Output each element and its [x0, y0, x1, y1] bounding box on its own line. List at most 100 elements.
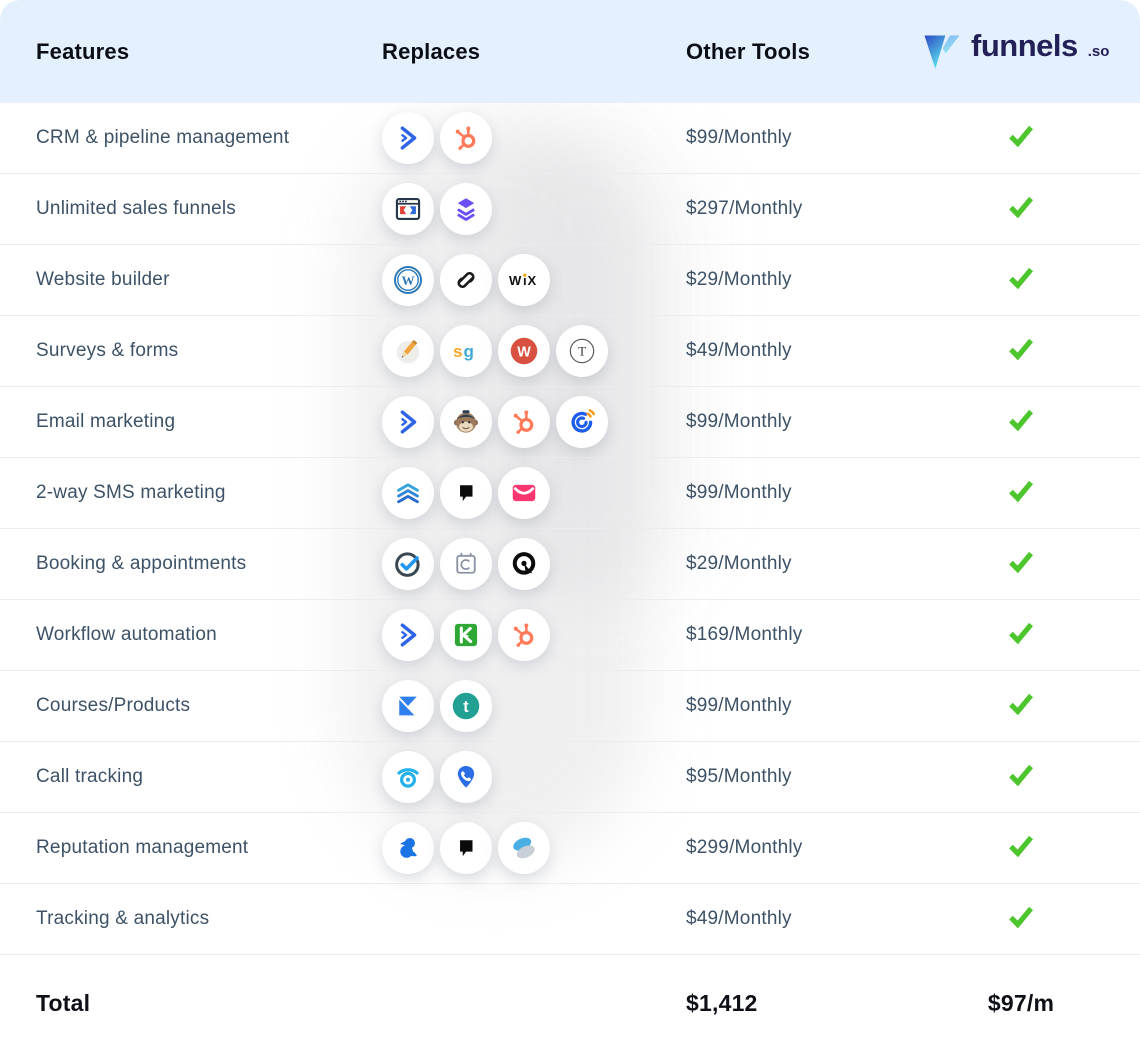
- funnels-included-cell: [1006, 265, 1036, 296]
- funnels-included-cell: [1006, 123, 1036, 154]
- funnels-included-cell: [1006, 407, 1036, 438]
- replaced-tools-group: [382, 751, 686, 803]
- activecampaign-icon: [382, 396, 434, 448]
- feature-label: CRM & pipeline management: [36, 127, 382, 149]
- other-tools-price: $49/Monthly: [686, 340, 922, 362]
- other-tools-price: $95/Monthly: [686, 766, 922, 788]
- funnels-included-cell: [1006, 194, 1036, 225]
- table-row: Website builder WWıX $29/Monthly: [0, 245, 1140, 316]
- funnels-included-cell: [1006, 904, 1036, 935]
- podium-icon: [440, 467, 492, 519]
- other-tools-total: $1,412: [686, 990, 922, 1017]
- hubspot-icon: [498, 609, 550, 661]
- funnels-included-cell: [1006, 762, 1036, 793]
- other-tools-price: $99/Monthly: [686, 695, 922, 717]
- hubspot-icon: [498, 396, 550, 448]
- svg-text:g: g: [464, 342, 474, 361]
- feature-label: Website builder: [36, 269, 382, 291]
- wave-swirl-icon: [498, 822, 550, 874]
- check-icon: [1006, 691, 1036, 722]
- check-circle-icon: [382, 538, 434, 590]
- feature-label: Unlimited sales funnels: [36, 198, 382, 220]
- funnel-icon: [922, 32, 962, 79]
- activecampaign-icon: [382, 609, 434, 661]
- total-row: Total $1,412 $97/m: [0, 955, 1140, 1051]
- stacked-chevrons-icon: [382, 467, 434, 519]
- pencil-form-icon: [382, 325, 434, 377]
- funnels-included-cell: [1006, 691, 1036, 722]
- other-tools-price: $49/Monthly: [686, 908, 922, 930]
- phone-pin-icon: [440, 751, 492, 803]
- funnels-included-cell: [1006, 336, 1036, 367]
- table-row: Surveys & forms sg W T $49/Monthly: [0, 316, 1140, 387]
- feature-label: Call tracking: [36, 766, 382, 788]
- table-row: Tracking & analytics $49/Monthly: [0, 884, 1140, 955]
- other-tools-price: $29/Monthly: [686, 269, 922, 291]
- replaced-tools-group: sg W T: [382, 325, 686, 377]
- table-row: Workflow automation $169/Monthly: [0, 600, 1140, 671]
- replaced-tools-group: [382, 538, 686, 590]
- birdeye-icon: [382, 822, 434, 874]
- feature-label: Booking & appointments: [36, 553, 382, 575]
- clickfunnels-icon: [382, 183, 434, 235]
- check-icon: [1006, 549, 1036, 580]
- replaced-tools-group: [382, 183, 686, 235]
- svg-text:T: T: [578, 345, 586, 359]
- funnels-included-cell: [1006, 478, 1036, 509]
- keap-icon: [440, 609, 492, 661]
- replaced-tools-group: [382, 467, 686, 519]
- logo-brand-text: funnels: [971, 28, 1078, 64]
- other-tools-price: $99/Monthly: [686, 127, 922, 149]
- feature-label: Surveys & forms: [36, 340, 382, 362]
- replaced-tools-group: [382, 609, 686, 661]
- replaced-tools-group: t: [382, 680, 686, 732]
- table-row: Courses/Products t $99/Monthly: [0, 671, 1140, 742]
- other-tools-price: $169/Monthly: [686, 624, 922, 646]
- svg-text:t: t: [463, 698, 469, 716]
- pink-mail-icon: [498, 467, 550, 519]
- comparison-table: Features Replaces Other Tools: [0, 0, 1140, 1052]
- calendar-icon: [440, 538, 492, 590]
- other-tools-price: $99/Monthly: [686, 482, 922, 504]
- table-row: Email marketing $99/Monthly: [0, 387, 1140, 458]
- podium-icon: [440, 822, 492, 874]
- table-row: Booking & appointments $29/Monthly: [0, 529, 1140, 600]
- funnels-included-cell: [1006, 833, 1036, 864]
- check-icon: [1006, 478, 1036, 509]
- check-icon: [1006, 904, 1036, 935]
- constant-contact-icon: [556, 396, 608, 448]
- wordpress-icon: W: [382, 254, 434, 306]
- svg-text:s: s: [453, 342, 462, 361]
- check-icon: [1006, 265, 1036, 296]
- feature-label: Courses/Products: [36, 695, 382, 717]
- check-icon: [1006, 762, 1036, 793]
- svg-text:W: W: [401, 273, 414, 288]
- kajabi-icon: [382, 680, 434, 732]
- table-row: CRM & pipeline management $99/Monthly: [0, 103, 1140, 174]
- callrail-icon: [382, 751, 434, 803]
- wufoo-icon: W: [498, 325, 550, 377]
- acuity-icon: [498, 538, 550, 590]
- table-row: Reputation management $299/Monthly: [0, 813, 1140, 884]
- replaced-tools-group: [382, 112, 686, 164]
- feature-label: Workflow automation: [36, 624, 382, 646]
- surveygizmo-icon: sg: [440, 325, 492, 377]
- other-tools-price: $99/Monthly: [686, 411, 922, 433]
- typeform-icon: T: [556, 325, 608, 377]
- check-icon: [1006, 336, 1036, 367]
- svg-text:W: W: [517, 344, 531, 360]
- mailchimp-icon: [440, 396, 492, 448]
- activecampaign-icon: [382, 112, 434, 164]
- replaced-tools-group: WWıX: [382, 254, 686, 306]
- table-header: Features Replaces Other Tools: [0, 0, 1140, 103]
- table-body: CRM & pipeline management $99/Monthly Un…: [0, 103, 1140, 955]
- wix-icon: WıX: [498, 254, 550, 306]
- feature-label: Reputation management: [36, 837, 382, 859]
- replaced-tools-group: [382, 822, 686, 874]
- squarespace-icon: [440, 254, 492, 306]
- feature-label: 2-way SMS marketing: [36, 482, 382, 504]
- table-row: Unlimited sales funnels $297/Monthly: [0, 174, 1140, 245]
- column-header-replaces: Replaces: [382, 39, 686, 65]
- check-icon: [1006, 194, 1036, 225]
- svg-text:W: W: [509, 273, 522, 288]
